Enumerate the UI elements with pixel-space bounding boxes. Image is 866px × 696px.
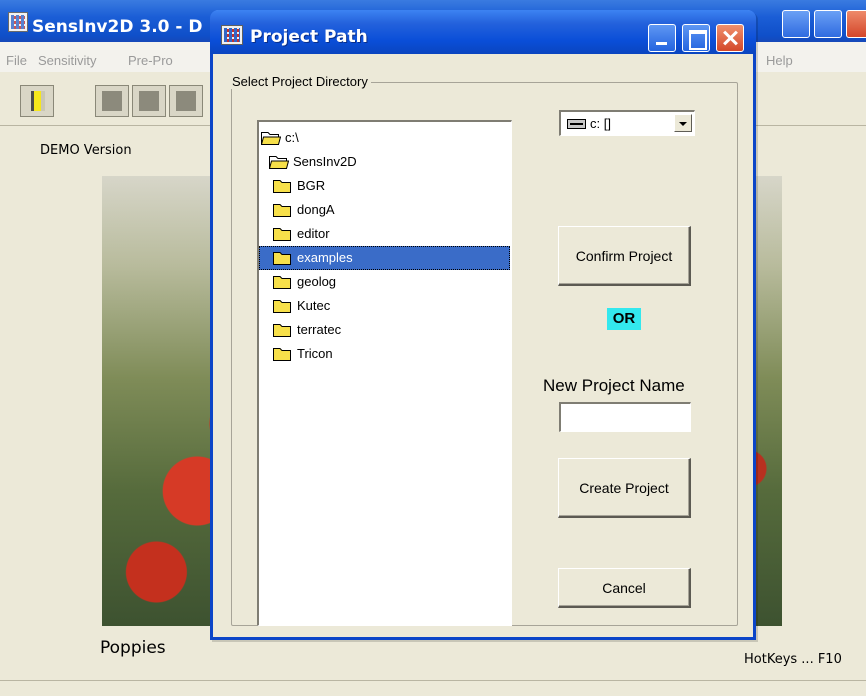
or-label: OR bbox=[607, 308, 641, 330]
drive-select[interactable]: c: [] bbox=[559, 110, 695, 136]
tree-item[interactable]: BGR bbox=[259, 174, 510, 198]
menu-help[interactable]: Help bbox=[766, 53, 793, 68]
folder-icon bbox=[273, 228, 291, 241]
hotkeys-hint: HotKeys ... F10 bbox=[744, 652, 842, 667]
tree-item-label: examples bbox=[297, 250, 353, 265]
dialog-close-button[interactable] bbox=[716, 24, 744, 52]
dialog-maximize-button[interactable] bbox=[682, 24, 710, 52]
status-divider bbox=[0, 680, 866, 681]
folder-icon bbox=[273, 204, 291, 217]
tree-item-label: editor bbox=[297, 226, 330, 241]
menu-sensitivity[interactable]: Sensitivity bbox=[38, 53, 97, 68]
tree-item[interactable]: terratec bbox=[259, 318, 510, 342]
dialog-titlebar[interactable]: Project Path bbox=[210, 10, 756, 54]
cancel-label: Cancel bbox=[602, 580, 646, 596]
tree-item[interactable]: Kutec bbox=[259, 294, 510, 318]
menu-pre-processing[interactable]: Pre-Pro bbox=[128, 53, 173, 68]
directory-tree[interactable]: c:\ SensInv2D BGR dongA editor examples geolog… bbox=[257, 120, 512, 626]
drive-value: c: [] bbox=[590, 116, 611, 131]
project-path-dialog: Project Path Select Project Directory c:… bbox=[210, 10, 756, 640]
folder-icon bbox=[273, 276, 291, 289]
folder-open-icon bbox=[269, 156, 289, 169]
chevron-down-icon[interactable] bbox=[674, 114, 692, 132]
photo-caption: Poppies bbox=[100, 638, 166, 658]
tree-item-label: geolog bbox=[297, 274, 337, 289]
tree-item[interactable]: editor bbox=[259, 222, 510, 246]
menu-file[interactable]: File bbox=[6, 53, 27, 68]
tree-item[interactable]: dongA bbox=[259, 198, 510, 222]
toolbar-button-2[interactable] bbox=[95, 85, 129, 117]
create-project-label: Create Project bbox=[579, 480, 669, 496]
cancel-button[interactable]: Cancel bbox=[558, 568, 691, 608]
create-project-button[interactable]: Create Project bbox=[558, 458, 691, 518]
tree-item-label: Kutec bbox=[297, 298, 331, 313]
dialog-title: Project Path bbox=[250, 27, 368, 47]
main-maximize-button[interactable] bbox=[814, 10, 842, 38]
tree-item[interactable]: geolog bbox=[259, 270, 510, 294]
confirm-project-button[interactable]: Confirm Project bbox=[558, 226, 691, 286]
folder-icon bbox=[273, 300, 291, 313]
tree-item-label: c:\ bbox=[285, 130, 299, 145]
main-window-title: SensInv2D 3.0 - D bbox=[32, 17, 203, 37]
tree-item-label: Tricon bbox=[297, 346, 333, 361]
folder-icon bbox=[273, 324, 291, 337]
tree-item[interactable]: Tricon bbox=[259, 342, 510, 366]
tree-item[interactable]: c:\ bbox=[259, 126, 510, 150]
drive-icon bbox=[567, 119, 586, 129]
tree-item-label: BGR bbox=[297, 178, 326, 193]
folder-icon bbox=[273, 348, 291, 361]
group-label: Select Project Directory bbox=[229, 74, 371, 89]
new-project-name-input[interactable] bbox=[559, 402, 691, 432]
folder-icon bbox=[273, 252, 291, 265]
tree-item-label: terratec bbox=[297, 322, 342, 337]
dialog-app-icon bbox=[221, 25, 243, 45]
folder-icon bbox=[273, 180, 291, 193]
toolbar-project-button[interactable] bbox=[20, 85, 54, 117]
tree-item-label: SensInv2D bbox=[293, 154, 357, 169]
dialog-minimize-button[interactable] bbox=[648, 24, 676, 52]
tree-item[interactable]: SensInv2D bbox=[259, 150, 510, 174]
tree-item[interactable]: examples bbox=[259, 246, 510, 270]
main-close-button[interactable] bbox=[846, 10, 866, 38]
new-project-name-label: New Project Name bbox=[543, 376, 685, 395]
tree-item-label: dongA bbox=[297, 202, 335, 217]
confirm-project-label: Confirm Project bbox=[575, 248, 673, 264]
app-icon bbox=[8, 12, 28, 32]
toolbar-button-4[interactable] bbox=[169, 85, 203, 117]
folder-open-icon bbox=[261, 132, 281, 145]
main-minimize-button[interactable] bbox=[782, 10, 810, 38]
toolbar-button-3[interactable] bbox=[132, 85, 166, 117]
demo-version-label: DEMO Version bbox=[40, 143, 132, 158]
